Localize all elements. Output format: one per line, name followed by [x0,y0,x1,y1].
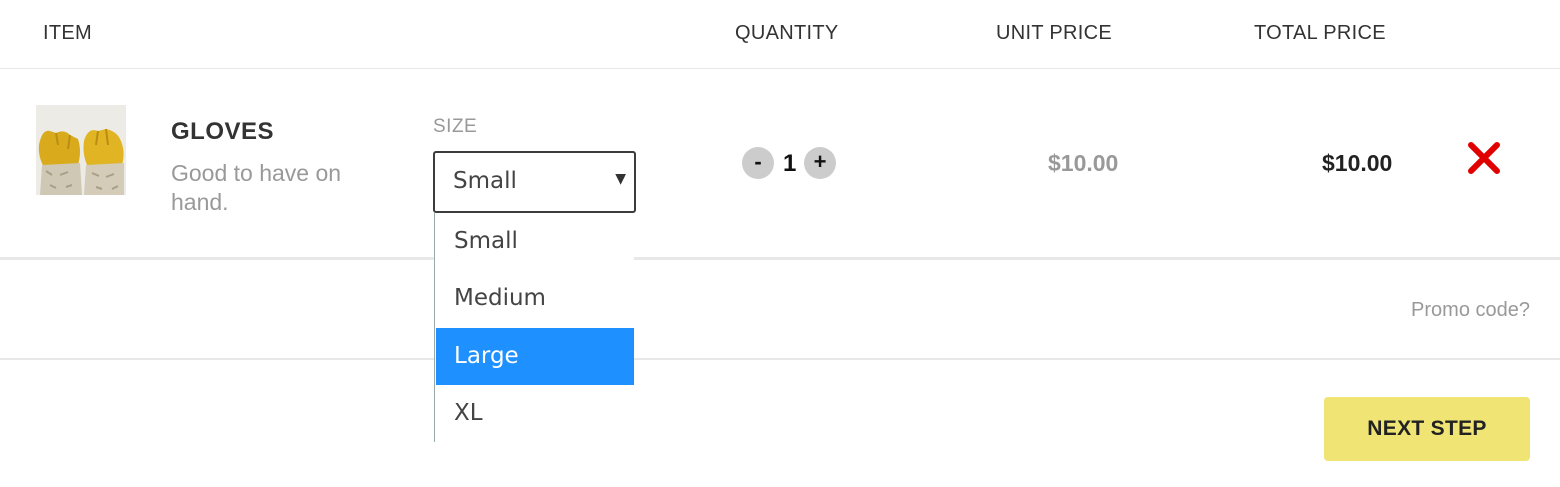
size-option-medium[interactable]: Medium [436,270,634,327]
column-header-quantity: QUANTITY [735,22,839,44]
column-header-total-price: TOTAL PRICE [1254,22,1386,44]
size-option-xl[interactable]: XL [436,385,634,442]
size-option-small[interactable]: Small [436,213,634,270]
column-header-item: ITEM [43,22,92,44]
quantity-value: 1 [783,150,797,177]
header-divider [0,68,1560,69]
product-description: Good to have on hand. [171,160,342,215]
column-header-unit-price: UNIT PRICE [996,22,1112,44]
size-dropdown-list: Small Medium Large XL [434,213,634,442]
size-select-value: Small [453,168,517,194]
size-select[interactable]: Small ▼ [433,151,636,213]
footer-divider [0,358,1560,360]
promo-code-link[interactable]: Promo code? [1411,299,1530,322]
gloves-photo-icon [36,105,126,195]
unit-price-value: $10.00 [1048,150,1119,176]
next-step-button[interactable]: NEXT STEP [1324,397,1530,461]
decrement-quantity-button[interactable]: - [742,147,774,179]
increment-quantity-button[interactable]: + [804,147,836,179]
product-image [36,105,126,195]
item-divider [0,257,1560,260]
remove-item-button[interactable] [1466,140,1502,176]
size-label: SIZE [433,116,478,137]
size-option-large[interactable]: Large [436,328,634,385]
total-price-value: $10.00 [1322,150,1393,176]
dropdown-arrow-icon: ▼ [615,171,626,187]
product-name: GLOVES [171,118,275,145]
close-x-icon [1468,142,1500,174]
